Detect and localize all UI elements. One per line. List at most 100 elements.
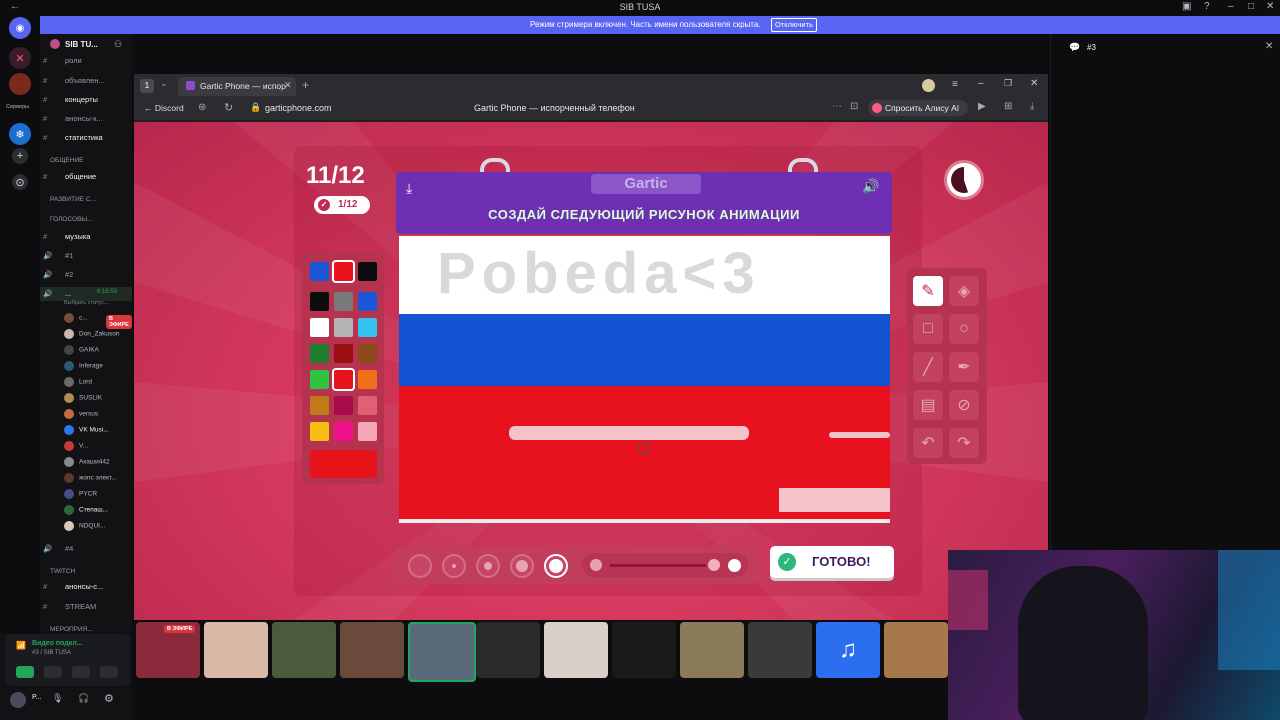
color-swatch[interactable]: [334, 292, 353, 311]
maximize-icon[interactable]: □: [1248, 1, 1254, 12]
username[interactable]: P...: [32, 694, 42, 701]
reload-icon[interactable]: ↻: [224, 101, 233, 114]
close-tab-icon[interactable]: ✕: [284, 80, 292, 91]
category-obshenie[interactable]: ОБЩЕНИЕ: [50, 157, 83, 164]
download-drawing-icon[interactable]: ⤓: [406, 180, 412, 197]
download-icon[interactable]: ⤓: [1030, 101, 1034, 112]
headphones-icon[interactable]: 🎧: [78, 693, 89, 704]
more-icon[interactable]: ⋯: [832, 101, 842, 112]
category-razvitie[interactable]: РАЗВИТИЕ С...: [50, 196, 96, 203]
music-bot-icon[interactable]: ♫: [816, 622, 880, 678]
category-golosovye[interactable]: ГОЛОСОВЫ...: [50, 216, 93, 223]
participant-tile[interactable]: В ЭФИРЕ: [136, 622, 200, 678]
tab-count-icon[interactable]: 1: [140, 79, 154, 93]
voice-user[interactable]: Inferage: [64, 361, 103, 371]
volume-icon[interactable]: 🔊: [862, 178, 879, 195]
done-button[interactable]: ✓ ГОТОВО!: [770, 546, 894, 578]
channel-obyavleniya[interactable]: # объявлен...: [40, 74, 132, 88]
voice-channel-1[interactable]: 🔊 #1: [40, 249, 132, 263]
brush-size-2[interactable]: [442, 554, 466, 578]
voice-status[interactable]: Выбрать статус...: [64, 300, 108, 306]
screen-share-button[interactable]: [44, 666, 62, 678]
voice-channel-muzyka[interactable]: # музыка: [40, 230, 132, 244]
voice-channel-2[interactable]: 🔊 #2: [40, 268, 132, 282]
category-meropriyatiya[interactable]: МЕРОПРИЯ...: [50, 626, 93, 633]
activities-button[interactable]: [72, 666, 90, 678]
help-icon[interactable]: ?: [1204, 1, 1210, 12]
pen-tool-icon[interactable]: ✎: [913, 276, 943, 306]
participant-tile[interactable]: [612, 622, 676, 678]
inbox-icon[interactable]: ▣: [1182, 1, 1191, 12]
voice-user[interactable]: SUSLIK: [64, 393, 102, 403]
close-icon[interactable]: ✕: [1266, 1, 1274, 12]
color-swatch[interactable]: [358, 292, 377, 311]
recent-color-swatch[interactable]: [310, 262, 329, 281]
avatar[interactable]: [10, 692, 26, 708]
drawing-canvas[interactable]: Pobeda<3: [399, 236, 890, 523]
brush-size-4[interactable]: [510, 554, 534, 578]
voice-user[interactable]: V...: [64, 441, 88, 451]
extension-icon[interactable]: ▶: [978, 101, 986, 112]
brush-size-1[interactable]: [408, 554, 432, 578]
color-swatch[interactable]: [310, 370, 329, 389]
collections-icon[interactable]: ⊞: [1004, 101, 1012, 112]
voice-user[interactable]: жопс элект...: [64, 473, 117, 483]
participant-tile[interactable]: [544, 622, 608, 678]
channel-anonsy[interactable]: # анонсы-к...: [40, 112, 132, 126]
participant-tile[interactable]: [884, 622, 948, 678]
close-panel-icon[interactable]: ✕: [1265, 41, 1273, 52]
color-swatch[interactable]: [310, 344, 329, 363]
eraser-tool-icon[interactable]: ◈: [949, 276, 979, 306]
back-to-discord[interactable]: ← Discord: [144, 103, 184, 113]
bookmark-icon[interactable]: ⊡: [850, 101, 858, 112]
add-member-icon[interactable]: ⚇: [114, 39, 122, 50]
channel-stream[interactable]: # STREAM: [40, 600, 132, 614]
camera-button[interactable]: [16, 666, 34, 678]
voice-user[interactable]: Степаш...: [64, 505, 108, 515]
url-input[interactable]: garticphone.com: [265, 103, 332, 113]
recent-color-swatch[interactable]: [358, 262, 377, 281]
gear-icon[interactable]: ⚙: [104, 692, 114, 705]
new-tab-icon[interactable]: +: [302, 78, 309, 92]
voice-user[interactable]: c...: [64, 313, 88, 323]
voice-user[interactable]: PYCR: [64, 489, 97, 499]
opacity-slider[interactable]: [582, 553, 748, 577]
minimize-icon[interactable]: –: [1228, 1, 1234, 12]
voice-user[interactable]: VK Musi...: [64, 425, 109, 435]
soundboard-button[interactable]: [100, 666, 118, 678]
rectangle-tool-icon[interactable]: □: [913, 314, 943, 344]
brush-size-3[interactable]: [476, 554, 500, 578]
recent-color-swatch[interactable]: [334, 262, 353, 281]
ellipse-tool-icon[interactable]: ○: [949, 314, 979, 344]
voice-user[interactable]: Lord: [64, 377, 92, 387]
participant-tile[interactable]: [272, 622, 336, 678]
channel-roli[interactable]: # роли: [40, 54, 132, 68]
channel-anonsy-stream[interactable]: # анонсы-с...: [40, 580, 132, 594]
chevron-down-icon[interactable]: ⌄: [160, 78, 168, 89]
undo-icon[interactable]: ↶: [913, 428, 943, 458]
server-name[interactable]: SIB TU...: [65, 40, 98, 49]
add-server-icon[interactable]: +: [12, 148, 28, 164]
color-swatch[interactable]: [334, 344, 353, 363]
active-voice-channel[interactable]: 🔊... 6:16:59: [40, 287, 132, 301]
color-swatch[interactable]: [358, 422, 377, 441]
discord-home-icon[interactable]: ◉: [9, 17, 31, 39]
participant-tile[interactable]: [476, 622, 540, 678]
color-swatch[interactable]: [334, 318, 353, 337]
server-icon-sib[interactable]: ✕: [9, 47, 31, 69]
disable-streamer-button[interactable]: Отключить: [771, 18, 817, 32]
voice-user[interactable]: NDQUI...: [64, 521, 105, 531]
back-icon[interactable]: ←: [10, 1, 20, 12]
channel-obshenie[interactable]: # общение: [40, 170, 132, 184]
discover-icon[interactable]: ⊙: [12, 174, 28, 190]
microphone-icon[interactable]: 🎙: [52, 693, 63, 704]
minimize-browser-icon[interactable]: –: [978, 78, 984, 89]
redo-icon[interactable]: ↷: [949, 428, 979, 458]
fill-tool-icon[interactable]: ▤: [913, 390, 943, 420]
eyedropper-tool-icon[interactable]: ✒: [949, 352, 979, 382]
color-swatch[interactable]: [310, 396, 329, 415]
line-tool-icon[interactable]: ╱: [913, 352, 943, 382]
channel-statistika[interactable]: # статистика: [40, 131, 132, 145]
restore-browser-icon[interactable]: ❐: [1004, 78, 1012, 89]
channel-koncerty[interactable]: # концерты: [40, 93, 132, 107]
